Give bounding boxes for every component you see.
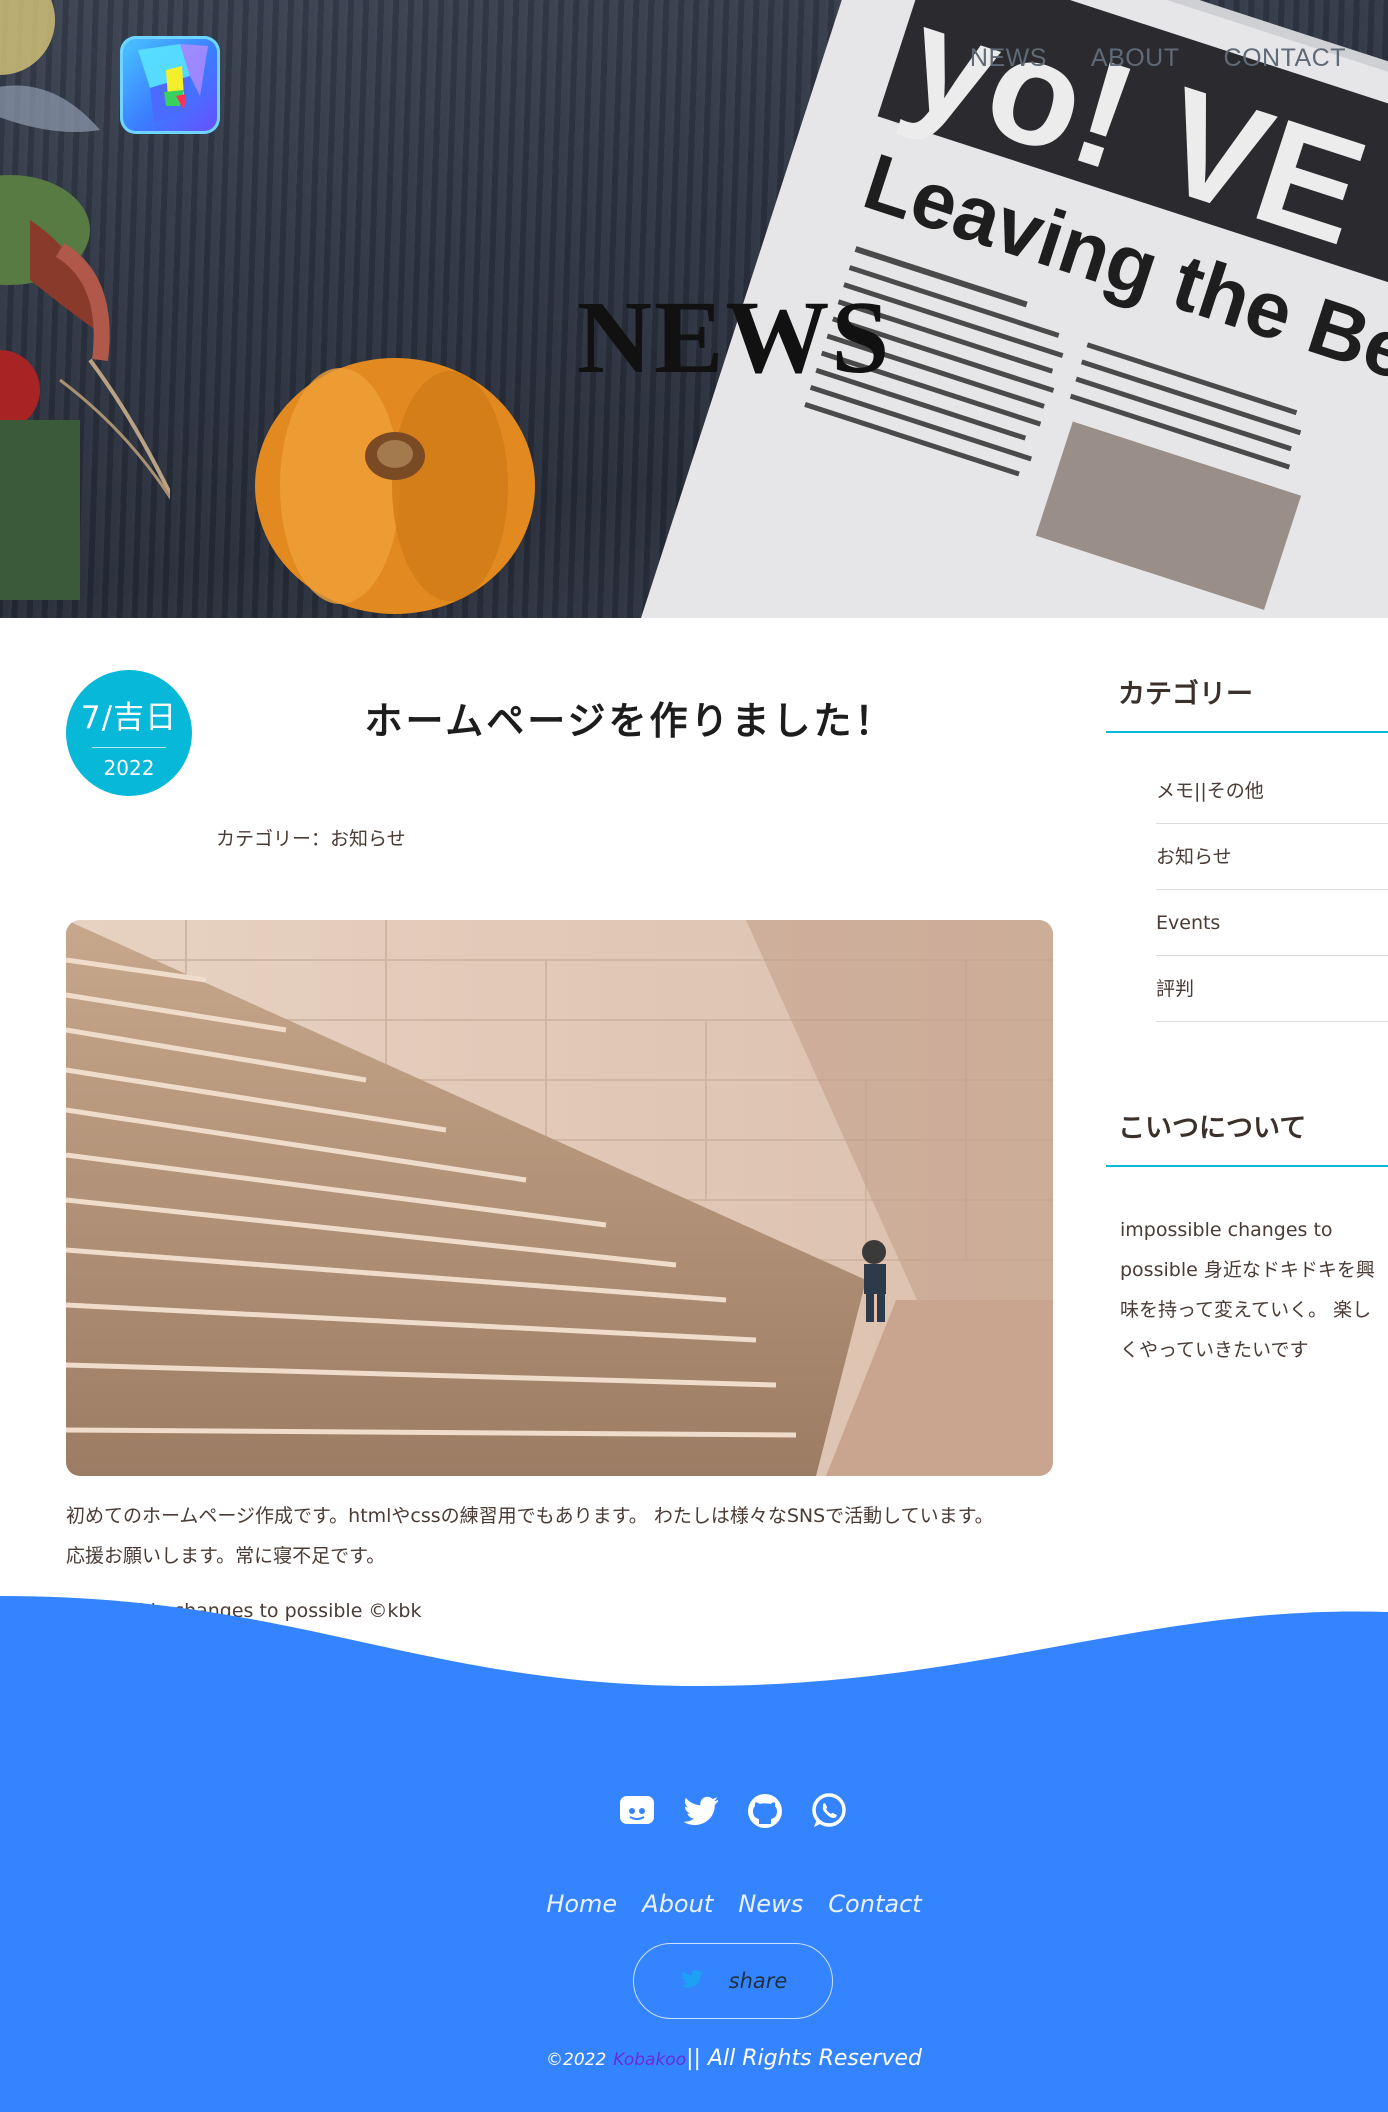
nav-contact-link[interactable]: CONTACT [1224, 44, 1346, 73]
twitter-share-icon [679, 1966, 705, 1996]
category-list: メモ||その他 お知らせ Events 評判 [1156, 758, 1388, 1022]
social-links [616, 1790, 850, 1832]
category-item[interactable]: お知らせ [1156, 824, 1388, 890]
post-title: ホームページを作りました！ [364, 698, 896, 743]
date-divider [92, 747, 166, 748]
share-label: share [728, 1969, 788, 1993]
discord-icon[interactable] [616, 1790, 658, 1832]
whatsapp-icon[interactable] [808, 1790, 850, 1832]
sidebar-about-text: impossible changes to possible 身近なドキドキを興… [1120, 1219, 1375, 1361]
copyright: ©2022 Kobakoo|| All Rights Reserved [0, 2046, 1388, 2071]
github-icon[interactable] [744, 1790, 786, 1832]
footer-link-about[interactable]: About [642, 1890, 713, 1918]
copyright-brand[interactable]: Kobakoo [613, 2050, 686, 2070]
stairs-photo [66, 920, 1053, 1476]
date-badge: 7/吉日 2022 [66, 670, 192, 796]
sidebar-category-heading: カテゴリー [1106, 672, 1388, 733]
hero-header: yo! VE Leaving the Be NEWS ABOUT CONTACT… [0, 0, 1388, 618]
date-day: 7/吉日 [80, 700, 178, 736]
copyright-rights: || All Rights Reserved [686, 2046, 922, 2071]
category-item[interactable]: メモ||その他 [1156, 758, 1388, 824]
twitter-icon[interactable] [680, 1790, 722, 1832]
page-title: NEWS [576, 280, 892, 395]
sidebar-about-heading: こいつについて [1106, 1106, 1388, 1167]
category-item[interactable]: Events [1156, 890, 1388, 956]
main-nav: NEWS ABOUT CONTACT [970, 44, 1346, 73]
nav-news-link[interactable]: NEWS [970, 44, 1047, 73]
logo-mark-icon [138, 44, 208, 122]
nav-about-link[interactable]: ABOUT [1091, 44, 1180, 73]
footer-nav: Home About News Contact [0, 1890, 1388, 1918]
post-body-line: 初めてのホームページ作成です。htmlやcssの練習用でもあります。 わたしは様… [66, 1505, 994, 1527]
post-body: 初めてのホームページ作成です。htmlやcssの練習用でもあります。 わたしは様… [66, 1496, 1066, 1576]
footer-link-home[interactable]: Home [546, 1890, 617, 1918]
category-item[interactable]: 評判 [1156, 956, 1388, 1022]
site-logo[interactable] [120, 36, 220, 134]
footer-link-news[interactable]: News [738, 1890, 803, 1918]
share-button[interactable]: share [633, 1943, 833, 2019]
date-year: 2022 [103, 756, 155, 780]
post-category: カテゴリー：お知らせ [216, 828, 406, 850]
post-body-line: 応援お願いします。常に寝不足です。 [66, 1545, 386, 1567]
footer-link-contact[interactable]: Contact [828, 1890, 921, 1918]
footer-wave [0, 1596, 1388, 1716]
post-image-stairs [66, 920, 1053, 1476]
copyright-year: ©2022 [546, 2050, 607, 2070]
